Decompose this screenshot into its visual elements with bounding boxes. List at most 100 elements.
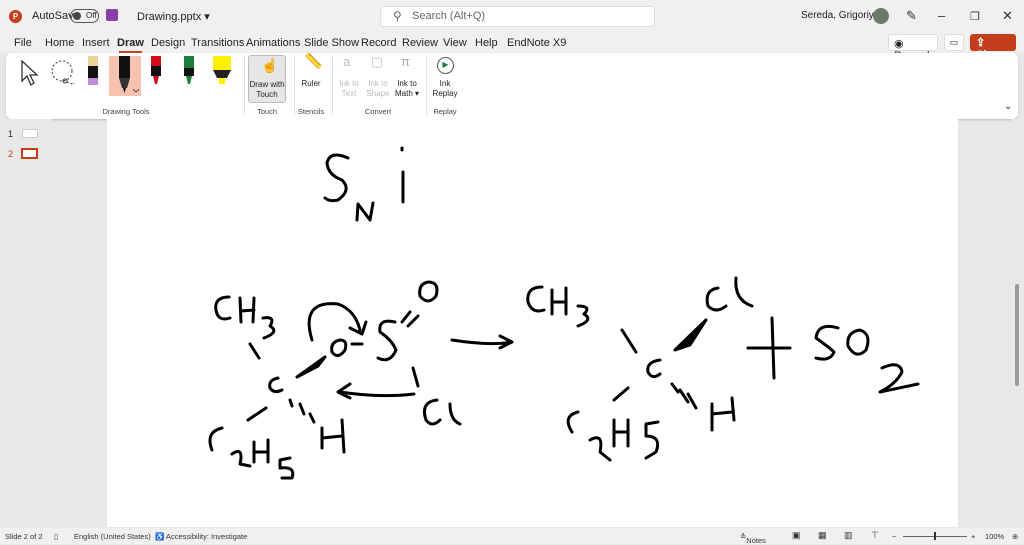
notes-button[interactable]: ≙ Notes <box>740 532 766 545</box>
replay-icon: ▶ <box>437 57 454 74</box>
record-button[interactable]: ◉ Record <box>888 34 938 62</box>
pen-icon[interactable]: ✎ <box>906 8 917 24</box>
ink-SO2-S <box>814 324 840 361</box>
language-status[interactable]: English (United States) <box>74 532 151 541</box>
ink-SCl-bond <box>411 366 420 388</box>
file-name[interactable]: Drawing.pptx ▾ <box>137 10 210 23</box>
ink-C <box>268 376 284 394</box>
save-icon[interactable] <box>106 9 118 21</box>
ink-S2 <box>376 319 398 362</box>
select-cursor-icon[interactable] <box>18 59 42 87</box>
slide-thumbnail-1[interactable] <box>22 129 38 138</box>
tab-review[interactable]: Review <box>402 37 438 49</box>
tab-view[interactable]: View <box>443 37 467 49</box>
ink-N <box>355 201 375 222</box>
collapse-ribbon-chevron-icon[interactable]: ⌄ <box>1004 101 1012 112</box>
restore-button[interactable]: ❐ <box>970 10 980 23</box>
accessibility-icon: ♿ <box>155 532 165 541</box>
pen-green-icon[interactable] <box>182 56 196 88</box>
tab-insert[interactable]: Insert <box>82 37 110 49</box>
tab-endnote[interactable]: EndNote X9 <box>507 37 566 49</box>
thumb-number-1: 1 <box>8 129 14 139</box>
group-drawing-tools: Drawing Tools <box>102 107 150 116</box>
ink-H-left <box>320 418 346 454</box>
ruler-icon: 📏 <box>304 53 323 70</box>
group-touch: Touch <box>256 107 277 116</box>
eraser-icon[interactable] <box>86 56 100 88</box>
ink-SO-double <box>400 310 420 328</box>
ink-CH3-left <box>214 295 276 340</box>
tab-animations[interactable]: Animations <box>246 37 300 49</box>
slideshow-icon[interactable]: ⊤ <box>871 530 879 541</box>
separator <box>426 57 427 115</box>
slide-thumbnails-panel: 1 2 <box>0 119 52 526</box>
minimize-button[interactable]: – <box>938 8 945 23</box>
tab-transitions[interactable]: Transitions <box>191 37 244 49</box>
ink-CH3-right <box>526 285 590 328</box>
ink-bond <box>248 342 261 360</box>
ink-C-right <box>646 358 662 379</box>
thumb-number-2: 2 <box>8 149 14 159</box>
ink-SO2-O <box>846 328 870 356</box>
ink-drawing <box>208 146 920 480</box>
slide-counter: Slide 2 of 2 <box>5 532 43 541</box>
tab-slide-show[interactable]: Slide Show <box>304 37 359 49</box>
ink-dashes-right <box>670 382 698 410</box>
zoom-in-button[interactable]: + <box>971 532 975 541</box>
tab-record[interactable]: Record <box>361 37 396 49</box>
draw-ribbon: Drawing Tools ☝ Draw with Touch Touch 📏 Ru… <box>6 53 1018 119</box>
ruler-button[interactable]: 📏 Ruler <box>298 53 324 89</box>
highlighter-yellow-icon[interactable] <box>211 56 233 88</box>
reading-view-icon[interactable]: ▥ <box>844 530 853 541</box>
draw-with-touch-button[interactable]: ☝ Draw with Touch <box>248 55 286 103</box>
ink-arrow-curve <box>307 302 368 342</box>
ink-Cl-left <box>422 398 462 426</box>
tab-home[interactable]: Home <box>45 37 74 49</box>
ink-to-math-button[interactable]: π Ink to Math ▾ <box>394 54 420 99</box>
slide-thumbnail-2[interactable] <box>21 148 38 159</box>
ink-bond-right <box>620 328 638 354</box>
scrollbar-thumb[interactable] <box>1015 284 1019 386</box>
tab-draw[interactable]: Draw <box>117 37 144 53</box>
tab-design[interactable]: Design <box>151 37 185 49</box>
spellcheck-icon[interactable]: ▯ <box>54 532 58 541</box>
search-placeholder: Search (Alt+Q) <box>412 10 486 22</box>
avatar[interactable] <box>873 8 889 24</box>
pen-black-selected[interactable] <box>109 56 141 96</box>
ink-bond-C2H5 <box>246 406 268 422</box>
ink-Cl-top <box>705 276 754 312</box>
user-name[interactable]: Sereda, Grigoriy A <box>801 10 883 21</box>
group-stencils: Stencils <box>297 107 325 116</box>
ink-to-text-button[interactable]: a Ink to Text <box>337 55 361 99</box>
touch-hand-icon: ☝ <box>261 57 279 73</box>
zoom-slider-thumb[interactable] <box>934 532 936 540</box>
ink-replay-button[interactable]: ▶ Ink Replay <box>430 57 460 99</box>
ink-to-shape-icon: ▢ <box>371 54 384 69</box>
comments-button[interactable]: ▭ <box>944 34 964 51</box>
tab-file[interactable]: File <box>14 37 32 49</box>
ink-wedge-right <box>673 318 708 352</box>
accessibility-status[interactable]: Accessibility: Investigate <box>166 532 247 541</box>
ink-bond-C2H5-right <box>612 386 630 402</box>
search-input[interactable]: ⚲ Search (Alt+Q) <box>380 6 655 27</box>
slide-sorter-icon[interactable]: ▦ <box>818 530 827 541</box>
normal-view-icon[interactable]: ▣ <box>792 530 801 541</box>
zoom-out-button[interactable]: − <box>892 532 896 541</box>
close-button[interactable]: ✕ <box>1002 8 1013 24</box>
zoom-level[interactable]: 100% <box>985 532 1004 541</box>
pen-red-icon[interactable] <box>149 56 163 88</box>
ink-H-right <box>710 396 736 432</box>
autosave-toggle[interactable]: Off <box>70 9 99 23</box>
status-bar: Slide 2 of 2 ▯ English (United States) ♿… <box>0 528 1024 545</box>
tab-help[interactable]: Help <box>475 37 498 49</box>
ink-O <box>330 338 364 357</box>
ink-to-shape-button[interactable]: ▢ Ink to Shape <box>365 54 391 99</box>
ink-to-math-label: Ink to Math ▾ <box>394 79 420 98</box>
ink-to-shape-label: Ink to Shape <box>366 79 390 98</box>
lasso-select-icon[interactable] <box>48 59 78 87</box>
ink-to-math-icon: π <box>401 54 410 69</box>
slide-canvas[interactable] <box>107 119 958 527</box>
fit-to-window-icon[interactable]: ⊕ <box>1012 532 1018 541</box>
share-button[interactable]: ⇪ Share <box>970 34 1016 61</box>
separator <box>332 57 333 115</box>
